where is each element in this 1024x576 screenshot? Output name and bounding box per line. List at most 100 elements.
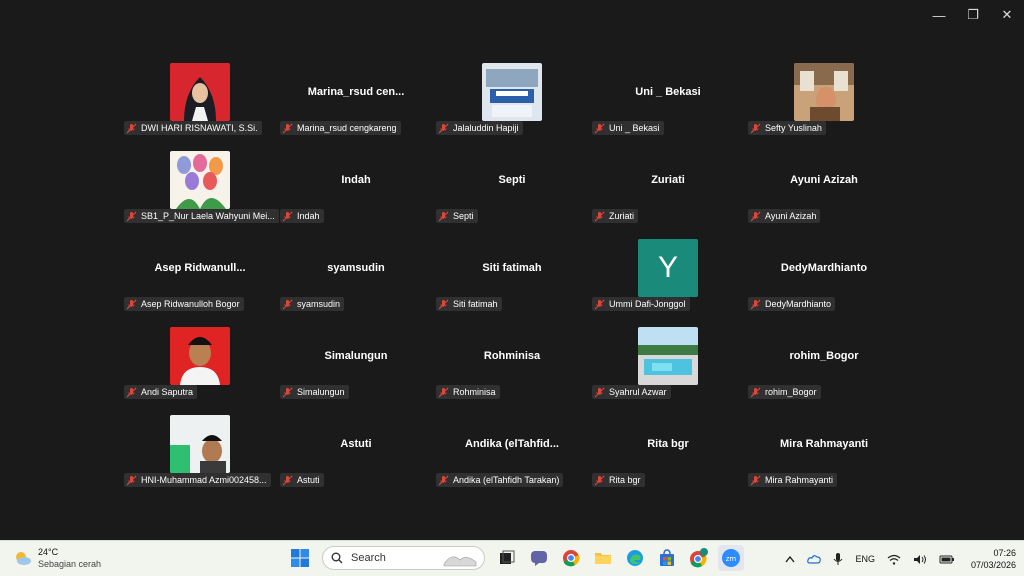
chat-icon <box>531 551 547 566</box>
participant-tile[interactable]: Septi Septi <box>434 150 590 238</box>
participant-tile[interactable]: DWI HARI RISNAWATI, S.Si. <box>122 62 278 150</box>
microphone-icon[interactable] <box>833 552 843 566</box>
participant-tile[interactable]: Y Ummi Dafi-Jonggol <box>590 238 746 326</box>
participant-gallery: DWI HARI RISNAWATI, S.Si. Marina_rsud cen… <box>122 62 902 502</box>
folder-icon <box>595 553 611 564</box>
chevron-up-icon[interactable] <box>785 555 795 563</box>
search-placeholder: Search <box>351 552 386 564</box>
participant-name: Mira Rahmayanti <box>765 475 834 485</box>
participant-display-name: Rohminisa <box>483 350 541 362</box>
language-indicator[interactable]: ENG <box>855 554 875 564</box>
mic-muted-icon <box>750 475 765 486</box>
participant-name: DWI HARI RISNAWATI, S.Si. <box>141 123 258 133</box>
participant-display-name: Uni _ Bekasi <box>635 86 701 98</box>
close-button[interactable]: ✕ <box>990 0 1024 30</box>
search-input[interactable]: Search <box>322 546 485 570</box>
participant-name: Ayuni Azizah <box>765 211 817 221</box>
participant-name-label: Asep Ridwanulloh Bogor <box>124 297 244 311</box>
task-view-button[interactable] <box>494 545 520 571</box>
participant-tile[interactable]: Simalungun Simalungun <box>278 326 434 414</box>
participant-tile[interactable]: HNI-Muhammad Azmi002458... <box>122 414 278 502</box>
mic-muted-icon <box>282 299 297 310</box>
participant-display-name: DedyMardhianto <box>780 262 868 274</box>
store-button[interactable] <box>654 545 680 571</box>
participant-photo <box>170 151 230 209</box>
participant-name: Sefty Yuslinah <box>765 123 822 133</box>
wifi-icon[interactable] <box>887 554 901 565</box>
participant-tile[interactable]: Siti fatimah Siti fatimah <box>434 238 590 326</box>
participant-name-label: Astuti <box>280 473 324 487</box>
participant-name-label: rohim_Bogor <box>748 385 821 399</box>
taskbar: 24°C Sebagian cerah Search zm ENG 07:26 … <box>0 540 1024 576</box>
file-explorer-button[interactable] <box>590 545 616 571</box>
participant-name-label: Rita bgr <box>592 473 645 487</box>
cloud-icon[interactable] <box>807 554 822 564</box>
participant-tile[interactable]: Zuriati Zuriati <box>590 150 746 238</box>
participant-name: Asep Ridwanulloh Bogor <box>141 299 240 309</box>
minimize-button[interactable]: — <box>922 0 956 30</box>
participant-name-label: Septi <box>436 209 478 223</box>
participant-name: SB1_P_Nur Laela Wahyuni Mei... <box>141 211 275 221</box>
participant-tile[interactable]: DedyMardhianto DedyMardhianto <box>746 238 902 326</box>
participant-display-name: Indah <box>341 174 371 186</box>
mic-muted-icon <box>282 387 297 398</box>
speaker-icon[interactable] <box>913 554 927 565</box>
mic-muted-icon <box>594 387 609 398</box>
participant-display-name: Simalungun <box>324 350 388 362</box>
mic-muted-icon <box>126 123 141 134</box>
participant-name-label: DedyMardhianto <box>748 297 836 311</box>
weather-widget[interactable]: 24°C Sebagian cerah <box>12 546 101 570</box>
participant-name: rohim_Bogor <box>765 387 817 397</box>
participant-display-name: Ayuni Azizah <box>790 174 858 186</box>
participant-tile[interactable]: Andi Saputra <box>122 326 278 414</box>
mic-muted-icon <box>438 387 453 398</box>
clock-date: 07/03/2026 <box>970 560 1016 570</box>
participant-tile[interactable]: Uni _ Bekasi Uni _ Bekasi <box>590 62 746 150</box>
zoom-button[interactable]: zm <box>718 545 744 571</box>
chrome-button[interactable] <box>558 545 584 571</box>
mic-muted-icon <box>750 387 765 398</box>
participant-tile[interactable]: Andika (elTahfid... Andika (elTahfidh Tar… <box>434 414 590 502</box>
battery-icon[interactable] <box>939 554 955 564</box>
clock[interactable]: 07:26 07/03/2026 <box>971 547 1016 571</box>
participant-name: Rita bgr <box>609 475 641 485</box>
restore-button[interactable]: ❐ <box>956 0 990 30</box>
participant-name: DedyMardhianto <box>765 299 832 309</box>
search-icon <box>331 552 343 564</box>
participant-name: Marina_rsud cengkareng <box>297 123 397 133</box>
participant-tile[interactable]: Ayuni Azizah Ayuni Azizah <box>746 150 902 238</box>
participant-photo <box>170 415 230 473</box>
participant-tile[interactable]: SB1_P_Nur Laela Wahyuni Mei... <box>122 150 279 238</box>
participant-photo <box>170 63 230 121</box>
weather-condition: Sebagian cerah <box>38 559 102 569</box>
participant-tile[interactable]: Jalaluddin Hapiji <box>434 62 590 150</box>
mic-muted-icon <box>282 211 297 222</box>
mic-muted-icon <box>594 211 609 222</box>
participant-tile[interactable]: Mira Rahmayanti Mira Rahmayanti <box>746 414 902 502</box>
participant-name-label: Mira Rahmayanti <box>748 473 838 487</box>
participant-tile[interactable]: Marina_rsud cen... Marina_rsud cengkareng <box>278 62 434 150</box>
participant-tile[interactable]: Rohminisa Rohminisa <box>434 326 590 414</box>
mic-muted-icon <box>282 123 297 134</box>
store-icon <box>660 549 674 566</box>
participant-tile[interactable]: Astuti Astuti <box>278 414 434 502</box>
participant-tile[interactable]: Sefty Yuslinah <box>746 62 902 150</box>
participant-name: HNI-Muhammad Azmi002458... <box>141 475 267 485</box>
participant-tile[interactable]: syamsudin syamsudin <box>278 238 434 326</box>
participant-name-label: Ayuni Azizah <box>748 209 821 223</box>
participant-tile[interactable]: Indah Indah <box>278 150 434 238</box>
participant-tile[interactable]: Asep Ridwanull... Asep Ridwanulloh Bogor <box>122 238 278 326</box>
participant-name-label: Uni _ Bekasi <box>592 121 664 135</box>
edge-button[interactable] <box>622 545 648 571</box>
start-button[interactable] <box>287 545 313 571</box>
participant-name: Syahrul Azwar <box>609 387 667 397</box>
participant-name: Simalungun <box>297 387 345 397</box>
participant-display-name: Siti fatimah <box>482 262 542 274</box>
participant-name-label: Ummi Dafi-Jonggol <box>592 297 690 311</box>
chrome-profile-button[interactable] <box>686 545 712 571</box>
participant-tile[interactable]: Rita bgr Rita bgr <box>590 414 746 502</box>
participant-tile[interactable]: rohim_Bogor rohim_Bogor <box>746 326 902 414</box>
participant-tile[interactable]: Syahrul Azwar <box>590 326 746 414</box>
teams-chat-button[interactable] <box>526 545 552 571</box>
chrome-icon <box>563 550 580 567</box>
